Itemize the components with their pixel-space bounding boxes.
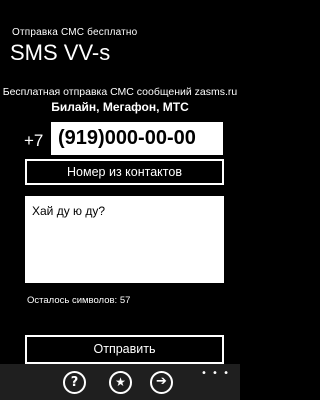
app-title: Отправка СМС бесплатно	[12, 27, 138, 38]
arrow-right-icon[interactable]: ➔	[150, 371, 173, 394]
remaining-chars: Осталось символов: 57	[27, 295, 130, 306]
star-icon[interactable]: ★	[109, 371, 132, 394]
remaining-label: Осталось символов:	[27, 295, 118, 306]
help-icon[interactable]: ?	[63, 371, 86, 394]
phone-input[interactable]: (919)000-00-00	[51, 122, 223, 155]
app-bar: ? ★ ➔ • • •	[0, 364, 240, 400]
send-button[interactable]: Отправить	[25, 335, 224, 364]
ellipsis-icon[interactable]: • • •	[201, 368, 230, 379]
page-title: SMS VV-s	[10, 40, 111, 65]
subtitle: Бесплатная отправка СМС сообщений zasms.…	[2, 86, 238, 98]
contacts-button[interactable]: Номер из контактов	[25, 159, 224, 185]
message-input[interactable]: Хай ду ю ду?	[25, 196, 224, 283]
status-bar	[0, 0, 240, 24]
remaining-count: 57	[119, 295, 131, 306]
phone-prefix: +7	[24, 131, 44, 150]
operators-label: Билайн, Мегафон, МТС	[51, 100, 189, 114]
